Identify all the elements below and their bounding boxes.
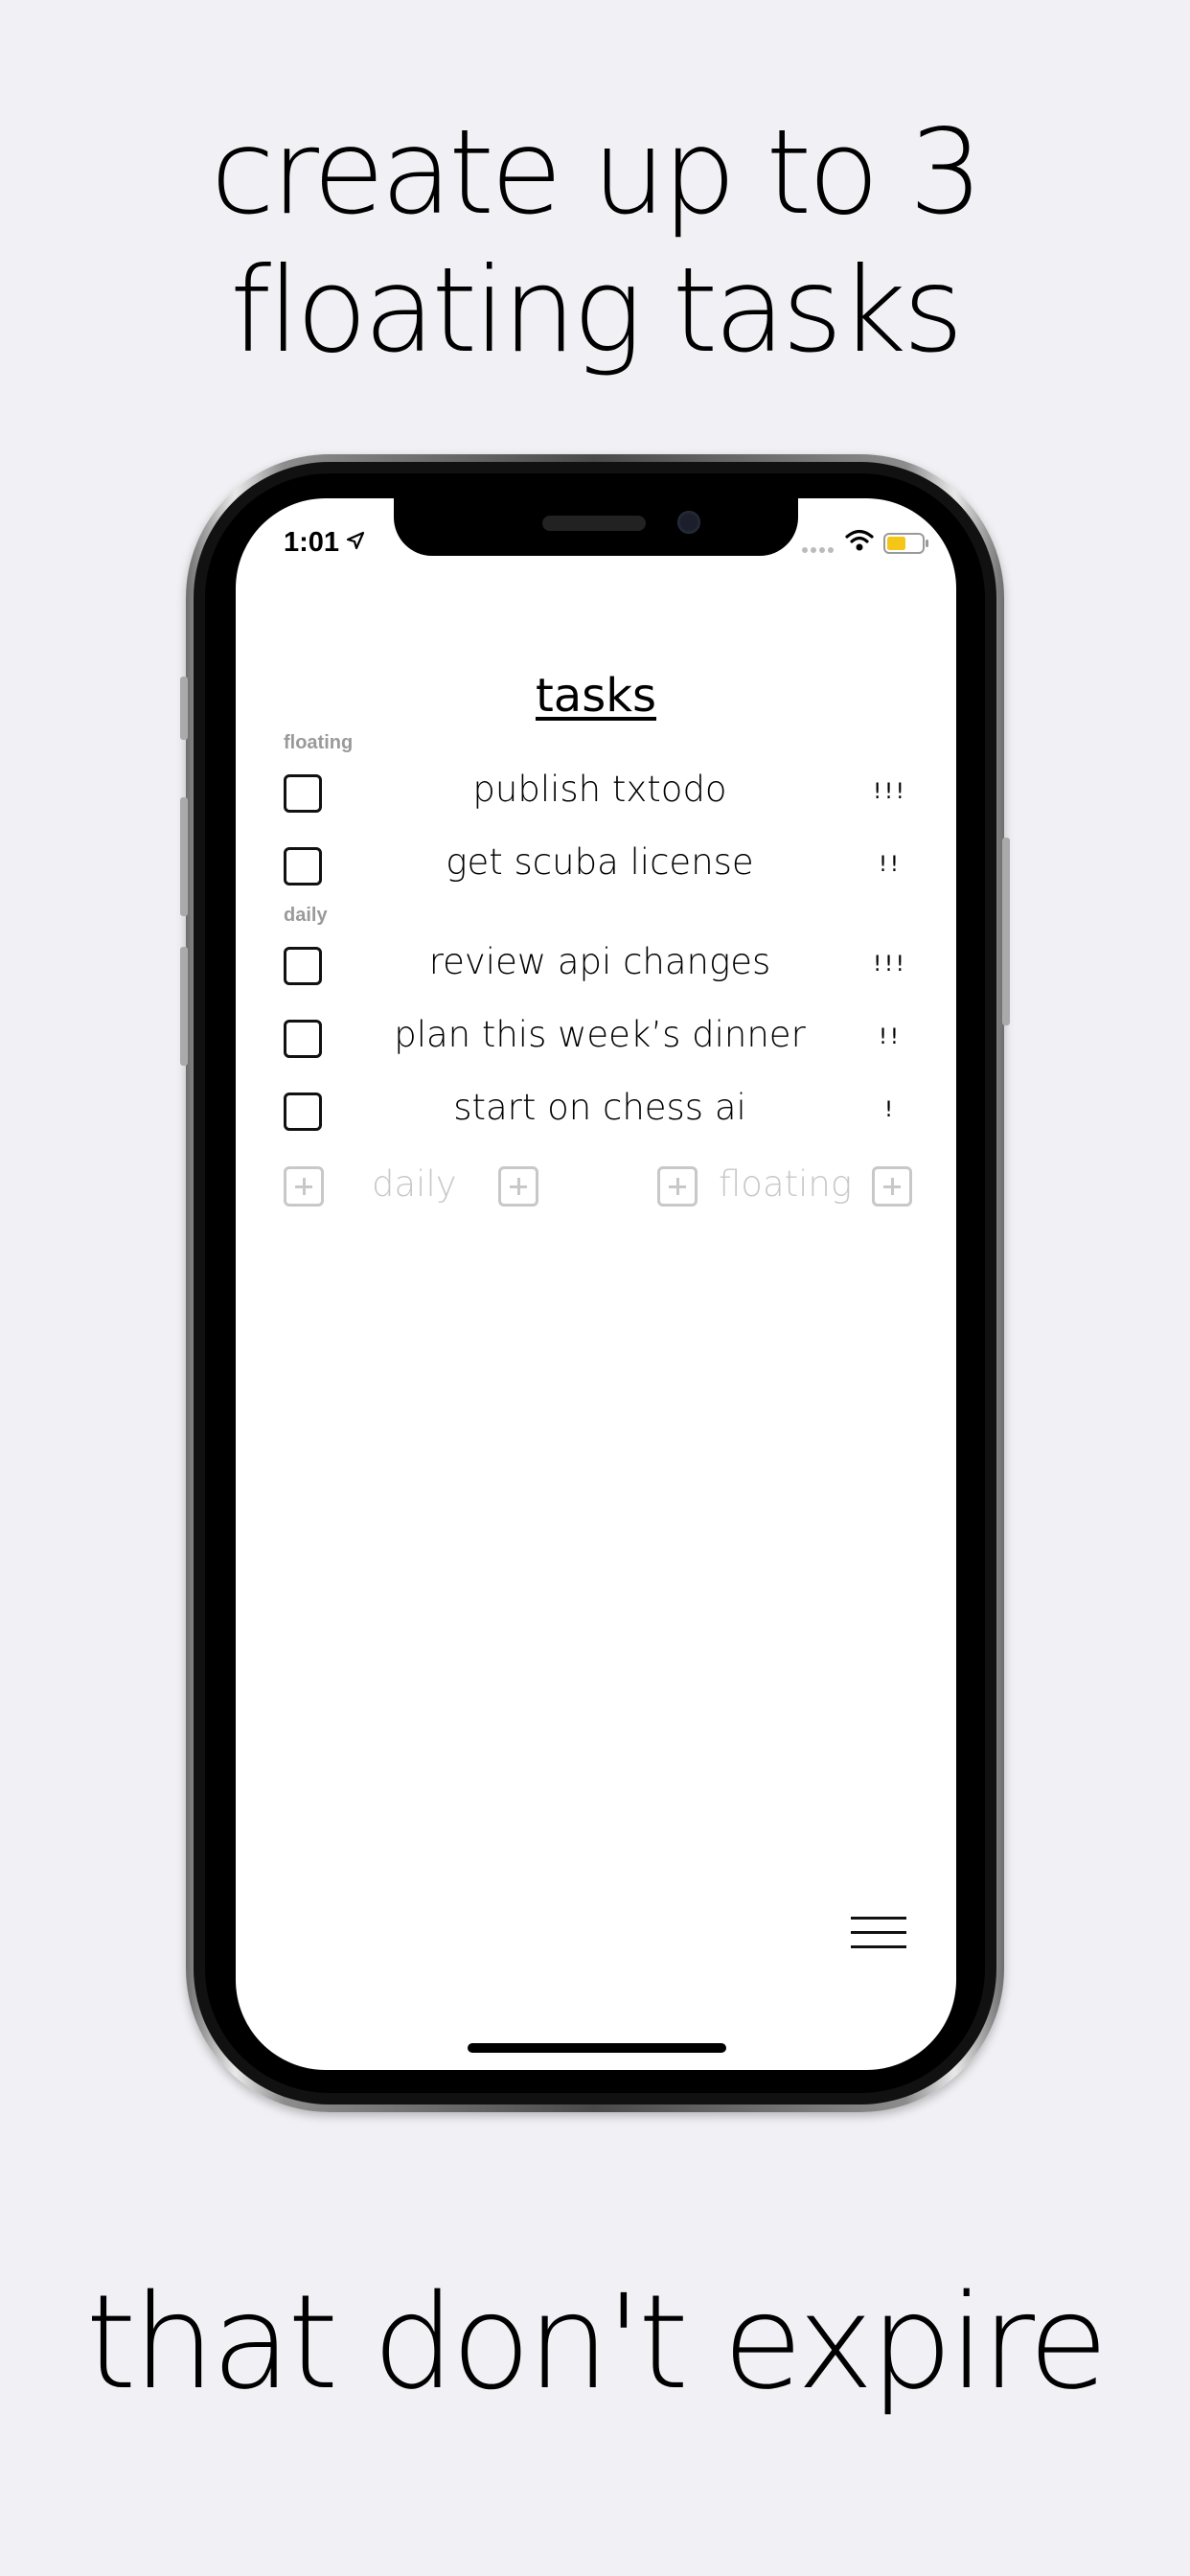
- task-row: start on chess ai !: [236, 1081, 956, 1148]
- speaker: [542, 516, 646, 531]
- section-label-daily: daily: [284, 905, 328, 926]
- task-checkbox[interactable]: [284, 1092, 322, 1131]
- battery-icon: [883, 533, 928, 554]
- add-floating-label[interactable]: floating: [719, 1163, 852, 1205]
- task-row: get scuba license !!: [236, 836, 956, 903]
- task-row: plan this week’s dinner !!: [236, 1008, 956, 1075]
- add-floating-left-button[interactable]: [657, 1166, 698, 1207]
- status-time: 1:01: [284, 527, 340, 558]
- task-priority[interactable]: !: [868, 1098, 912, 1122]
- task-checkbox[interactable]: [284, 1020, 322, 1058]
- location-arrow-icon: [346, 531, 365, 550]
- task-priority[interactable]: !!: [868, 853, 912, 877]
- phone-volume-down: [180, 947, 188, 1066]
- notch: [394, 498, 798, 556]
- task-text[interactable]: get scuba license: [332, 841, 868, 883]
- task-priority[interactable]: !!!: [868, 953, 912, 977]
- task-row: review api changes !!!: [236, 935, 956, 1002]
- add-daily-label[interactable]: daily: [372, 1163, 457, 1205]
- phone-silent-switch: [180, 677, 188, 740]
- task-checkbox[interactable]: [284, 847, 322, 886]
- headline-bottom: that don't expire: [85, 2267, 1109, 2419]
- task-priority[interactable]: !!: [868, 1025, 912, 1049]
- front-camera: [677, 511, 700, 534]
- phone-volume-up: [180, 797, 188, 916]
- hamburger-menu-icon[interactable]: [851, 1917, 906, 1949]
- section-label-floating: floating: [284, 732, 354, 753]
- task-text[interactable]: review api changes: [332, 941, 868, 982]
- page-title: tasks: [535, 669, 657, 723]
- add-daily-left-button[interactable]: [284, 1166, 324, 1207]
- headline-top: create up to 3 floating tasks: [0, 104, 1190, 380]
- task-text[interactable]: start on chess ai: [332, 1087, 868, 1128]
- add-daily-right-button[interactable]: [498, 1166, 538, 1207]
- home-indicator[interactable]: [468, 2043, 726, 2053]
- phone-screen: 1:01 tasks floating publish txtodo !!! g…: [236, 498, 956, 2070]
- wifi-icon: [845, 529, 874, 551]
- headline-top-line-2: floating tasks: [230, 242, 964, 379]
- task-checkbox[interactable]: [284, 947, 322, 985]
- task-checkbox[interactable]: [284, 774, 322, 813]
- signal-dots-icon: [802, 547, 834, 553]
- add-floating-right-button[interactable]: [872, 1166, 912, 1207]
- task-text[interactable]: publish txtodo: [332, 769, 868, 810]
- task-row: publish txtodo !!!: [236, 763, 956, 830]
- phone-power-button: [1002, 838, 1010, 1025]
- task-priority[interactable]: !!!: [868, 780, 912, 804]
- task-text[interactable]: plan this week’s dinner: [332, 1014, 868, 1055]
- headline-top-line-1: create up to 3: [210, 104, 983, 241]
